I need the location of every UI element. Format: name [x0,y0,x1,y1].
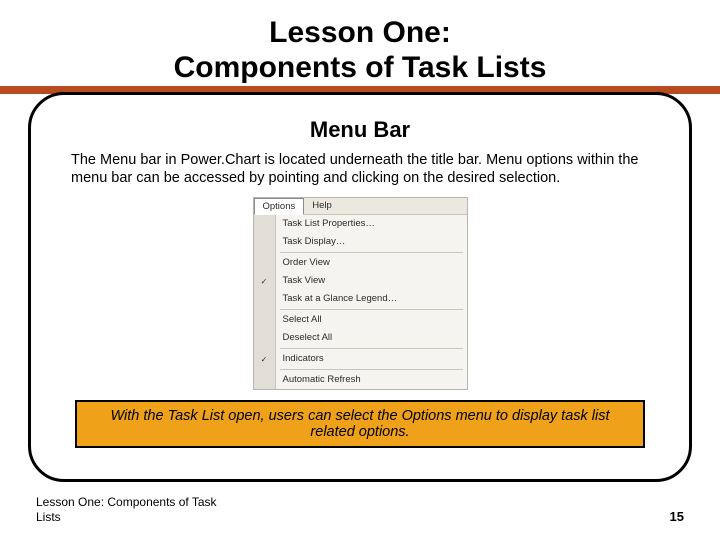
menu-separator [280,309,463,310]
menu-item[interactable]: Automatic Refresh [276,371,467,389]
menu-item[interactable]: Task List Properties… [276,215,467,233]
menu-separator [280,348,463,349]
footer-lesson-label: Lesson One: Components of Task Lists [36,495,236,524]
menu-item[interactable]: Order View [276,254,467,272]
section-heading: Menu Bar [71,117,649,143]
menu-item[interactable]: Task View [276,272,467,290]
menu-item[interactable]: Task at a Glance Legend… [276,290,467,308]
content-frame: Menu Bar The Menu bar in Power.Chart is … [28,92,692,482]
menu-separator [280,252,463,253]
menu-item[interactable]: Deselect All [276,329,467,347]
title-line2: Components of Task Lists [174,51,547,84]
dropdown-items: Task List Properties… Task Display… Orde… [276,215,467,389]
check-icon: ✓ [254,272,275,290]
menu-screenshot: Options Help ✓ ✓ Task List Properties… [253,197,468,390]
callout-box: With the Task List open, users can selec… [75,400,645,448]
menu-bar: Options Help [254,198,467,215]
body-text: The Menu bar in Power.Chart is located u… [71,151,649,187]
dropdown-icon-column: ✓ ✓ [254,215,276,389]
menu-options[interactable]: Options [254,198,305,215]
title-line1: Lesson One: [269,16,451,49]
page-number: 15 [670,509,684,524]
menu-separator [280,369,463,370]
dropdown-menu: ✓ ✓ Task List Properties… Task Display… … [254,215,467,389]
menu-item[interactable]: Select All [276,311,467,329]
menu-item[interactable]: Task Display… [276,233,467,251]
menu-item[interactable]: Indicators [276,350,467,368]
slide-title: Lesson One: Components of Task Lists [0,16,720,85]
check-icon: ✓ [254,350,275,368]
menu-help[interactable]: Help [304,198,340,214]
